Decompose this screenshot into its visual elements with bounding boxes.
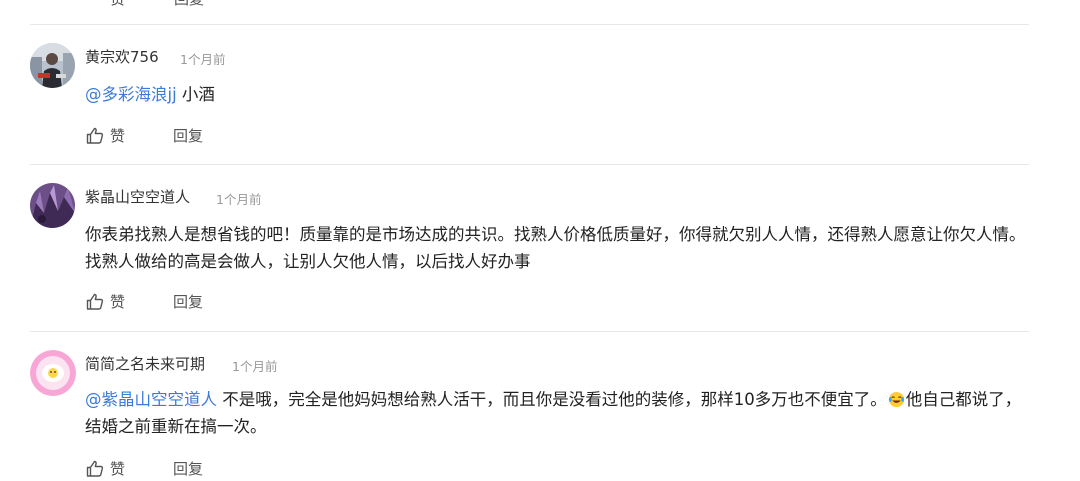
like-label: 赞 xyxy=(110,0,125,8)
like-button[interactable]: 赞 xyxy=(86,458,125,479)
reply-button[interactable]: 回复 xyxy=(173,291,203,312)
thumbs-up-icon xyxy=(86,127,104,144)
timestamp: 1个月前 xyxy=(180,52,226,67)
thumbs-up-icon xyxy=(86,460,104,477)
like-label: 赞 xyxy=(110,460,126,478)
like-label: 赞 xyxy=(110,127,126,145)
comment-text: 你表弟找熟人是想省钱的吧！质量靠的是市场达成的共识。找熟人价格低质量好，你得就欠… xyxy=(85,221,1035,275)
divider xyxy=(30,24,1029,25)
user-avatar[interactable] xyxy=(30,183,75,228)
divider xyxy=(30,331,1029,332)
mention-link[interactable]: @紫晶山空空道人 xyxy=(85,390,217,409)
comment-body: 你表弟找熟人是想省钱的吧！质量靠的是市场达成的共识。找熟人价格低质量好，你得就欠… xyxy=(85,225,1026,271)
like-button[interactable]: 赞 xyxy=(86,125,125,146)
comment-text: @多彩海浪jj 小酒 xyxy=(85,81,1035,108)
cartoon-avatar-icon xyxy=(30,350,76,396)
like-button[interactable]: 赞 xyxy=(86,0,125,9)
laughing-tears-emoji-icon xyxy=(888,391,904,408)
username[interactable]: 紫晶山空空道人 xyxy=(85,186,190,207)
person-photo-avatar-icon xyxy=(30,43,75,88)
thumbs-up-icon xyxy=(86,293,104,310)
user-avatar[interactable] xyxy=(30,43,75,88)
comment-body: 不是哦，完全是他妈妈想给熟人活干，而且你是没看过他的装修，那样10多万也不便宜了… xyxy=(217,390,887,409)
reply-button[interactable]: 回复 xyxy=(173,458,203,479)
username[interactable]: 黄宗欢756 xyxy=(85,46,159,67)
reply-button[interactable]: 回复 xyxy=(173,125,203,146)
username[interactable]: 简简之名未来可期 xyxy=(85,353,205,374)
like-button[interactable]: 赞 xyxy=(86,291,125,312)
mention-link[interactable]: @多彩海浪jj xyxy=(85,85,177,104)
timestamp: 1个月前 xyxy=(216,192,262,207)
comment-body: 小酒 xyxy=(176,85,215,104)
like-label: 赞 xyxy=(110,293,126,311)
divider xyxy=(30,164,1029,165)
comment-text: @紫晶山空空道人 不是哦，完全是他妈妈想给熟人活干，而且你是没看过他的装修，那样… xyxy=(85,386,1035,440)
user-avatar[interactable] xyxy=(30,350,76,396)
amethyst-avatar-icon xyxy=(30,183,75,228)
timestamp: 1个月前 xyxy=(232,359,278,374)
reply-button[interactable]: 回复 xyxy=(174,0,204,9)
